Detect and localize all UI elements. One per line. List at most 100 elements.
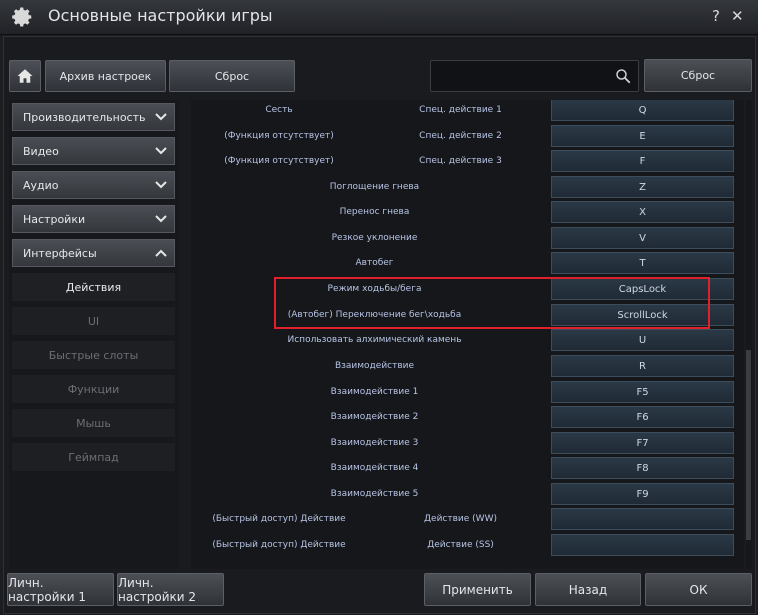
table-row: Взаимодействие 4 F8 xyxy=(191,456,744,480)
action-label: Перенос гнева xyxy=(339,207,410,217)
keybind-button[interactable]: R xyxy=(551,355,734,377)
action-label: Взаимодействие 3 xyxy=(330,438,419,448)
action-label: Режим ходьбы/бега xyxy=(327,284,422,294)
gear-icon xyxy=(12,7,32,27)
sidebar-subitem-gamepad[interactable]: Геймпад xyxy=(12,443,175,471)
action-label: Резкое уклонение xyxy=(331,233,418,243)
table-row: (Быстрый доступ) Действие Действие (WW) xyxy=(191,507,744,531)
sidebar-item-label: Аудио xyxy=(23,178,59,192)
scrollbar-thumb[interactable] xyxy=(746,350,751,540)
action-label: (Функция отсутствует) xyxy=(224,156,334,166)
action-label: Взаимодействие 4 xyxy=(330,463,419,473)
action-label: Поглощение гнева xyxy=(329,182,420,192)
sidebar-subitem-ui[interactable]: UI xyxy=(12,307,175,335)
search-input[interactable] xyxy=(437,61,616,91)
table-row: Автобег T xyxy=(191,251,744,275)
sidebar-subitem-quickslots[interactable]: Быстрые слоты xyxy=(12,341,175,369)
title-bar: Основные настройки игры ? ✕ xyxy=(0,0,758,35)
action-label: Сесть xyxy=(265,105,293,115)
keybind-button[interactable]: F5 xyxy=(551,381,734,403)
action-label: Взаимодействие 5 xyxy=(330,489,419,499)
table-row: Перенос гнева X xyxy=(191,200,744,224)
sidebar-subitem-functions[interactable]: Функции xyxy=(12,375,175,403)
keybind-button[interactable]: Z xyxy=(551,176,734,198)
table-row: (Функция отсутствует) Спец. действие 3 F xyxy=(191,149,744,173)
reset-button[interactable]: Сброс xyxy=(169,60,295,92)
sidebar-item-label: Настройки xyxy=(23,212,86,226)
keybind-button[interactable]: F xyxy=(551,150,734,172)
chevron-down-icon xyxy=(155,113,167,121)
table-row: Взаимодействие 3 F7 xyxy=(191,431,744,455)
action-label: (Автобег) Переключение бег\ходьба xyxy=(287,310,462,320)
search-field[interactable] xyxy=(430,60,639,92)
keybind-button[interactable]: X xyxy=(551,201,734,223)
ok-button[interactable]: ОК xyxy=(645,573,752,606)
secondary-action-label: Действие (WW) xyxy=(424,514,497,524)
close-button[interactable]: ✕ xyxy=(731,7,744,25)
secondary-action-label: Спец. действие 3 xyxy=(419,156,502,166)
secondary-action-label: Действие (SS) xyxy=(427,540,494,550)
chevron-down-icon xyxy=(155,215,167,223)
keybind-button[interactable]: E xyxy=(551,125,734,147)
sidebar-subitem-mouse[interactable]: Мышь xyxy=(12,409,175,437)
keybind-button[interactable]: F9 xyxy=(551,483,734,505)
table-row: Использовать алхимический камень U xyxy=(191,328,744,352)
sidebar-item-label: Интерфейсы xyxy=(23,246,97,260)
keybind-button[interactable]: CapsLock xyxy=(551,278,734,300)
sidebar-item-label: Видео xyxy=(23,144,59,158)
table-row: Сесть Спец. действие 1 Q xyxy=(191,100,744,122)
action-label: (Быстрый доступ) Действие xyxy=(212,514,346,524)
keybind-button[interactable]: Q xyxy=(551,100,734,121)
keybind-button[interactable]: U xyxy=(551,329,734,351)
action-label: (Функция отсутствует) xyxy=(224,131,334,141)
secondary-action-label: Спец. действие 2 xyxy=(419,131,502,141)
keybinding-list: Сесть Спец. действие 1 Q (Функция отсутс… xyxy=(191,100,744,569)
chevron-up-icon xyxy=(155,249,167,257)
keybind-button[interactable]: F8 xyxy=(551,457,734,479)
keybind-button[interactable]: ScrollLock xyxy=(551,304,734,326)
action-label: Использовать алхимический камень xyxy=(287,335,462,345)
keybind-button[interactable]: V xyxy=(551,227,734,249)
personal-preset-2-button[interactable]: Личн. настройки 2 xyxy=(117,573,224,606)
apply-button[interactable]: Применить xyxy=(424,573,531,606)
personal-preset-1-button[interactable]: Личн. настройки 1 xyxy=(7,573,114,606)
table-row: Поглощение гнева Z xyxy=(191,175,744,199)
table-row: Резкое уклонение V xyxy=(191,226,744,250)
table-row: (Автобег) Переключение бег\ходьба Scroll… xyxy=(191,303,744,327)
sidebar-item-label: Производительность xyxy=(23,110,146,124)
action-label: Взаимодействие 2 xyxy=(330,412,419,422)
table-row: Взаимодействие 2 F6 xyxy=(191,405,744,429)
sidebar-subitem-actions[interactable]: Действия xyxy=(12,273,175,301)
search-icon[interactable] xyxy=(614,67,632,85)
chevron-down-icon xyxy=(155,181,167,189)
home-icon xyxy=(17,69,33,83)
table-row: Режим ходьбы/бега CapsLock xyxy=(191,277,744,301)
keybind-button[interactable]: T xyxy=(551,252,734,274)
action-label: Автобег xyxy=(355,258,394,268)
table-row: (Функция отсутствует) Спец. действие 2 E xyxy=(191,124,744,148)
table-row: Взаимодействие 1 F5 xyxy=(191,380,744,404)
settings-archive-button[interactable]: Архив настроек xyxy=(45,60,166,92)
action-label: Взаимодействие 1 xyxy=(330,387,419,397)
sidebar-item-interfaces[interactable]: Интерфейсы xyxy=(12,239,175,267)
table-row: Взаимодействие 5 F9 xyxy=(191,482,744,506)
sidebar-item-video[interactable]: Видео xyxy=(12,137,175,165)
sidebar-item-audio[interactable]: Аудио xyxy=(12,171,175,199)
sidebar-item-settings[interactable]: Настройки xyxy=(12,205,175,233)
keybind-button[interactable] xyxy=(551,534,734,556)
chevron-down-icon xyxy=(155,147,167,155)
home-button[interactable] xyxy=(9,60,41,92)
table-row: Взаимодействие R xyxy=(191,354,744,378)
sidebar-item-performance[interactable]: Производительность xyxy=(12,103,175,131)
window-title: Основные настройки игры xyxy=(48,6,273,25)
secondary-action-label: Спец. действие 1 xyxy=(419,105,502,115)
keybind-button[interactable]: F6 xyxy=(551,406,734,428)
keybind-button[interactable]: F7 xyxy=(551,432,734,454)
reset-keybinds-button[interactable]: Сброс xyxy=(644,59,752,92)
keybind-button[interactable] xyxy=(551,508,734,530)
sidebar: Производительность Видео Аудио Настройки… xyxy=(9,100,179,569)
back-button[interactable]: Назад xyxy=(535,573,641,606)
action-label: (Быстрый доступ) Действие xyxy=(212,540,346,550)
table-row: (Быстрый доступ) Действие Действие (SS) xyxy=(191,533,744,557)
help-button[interactable]: ? xyxy=(712,7,720,25)
